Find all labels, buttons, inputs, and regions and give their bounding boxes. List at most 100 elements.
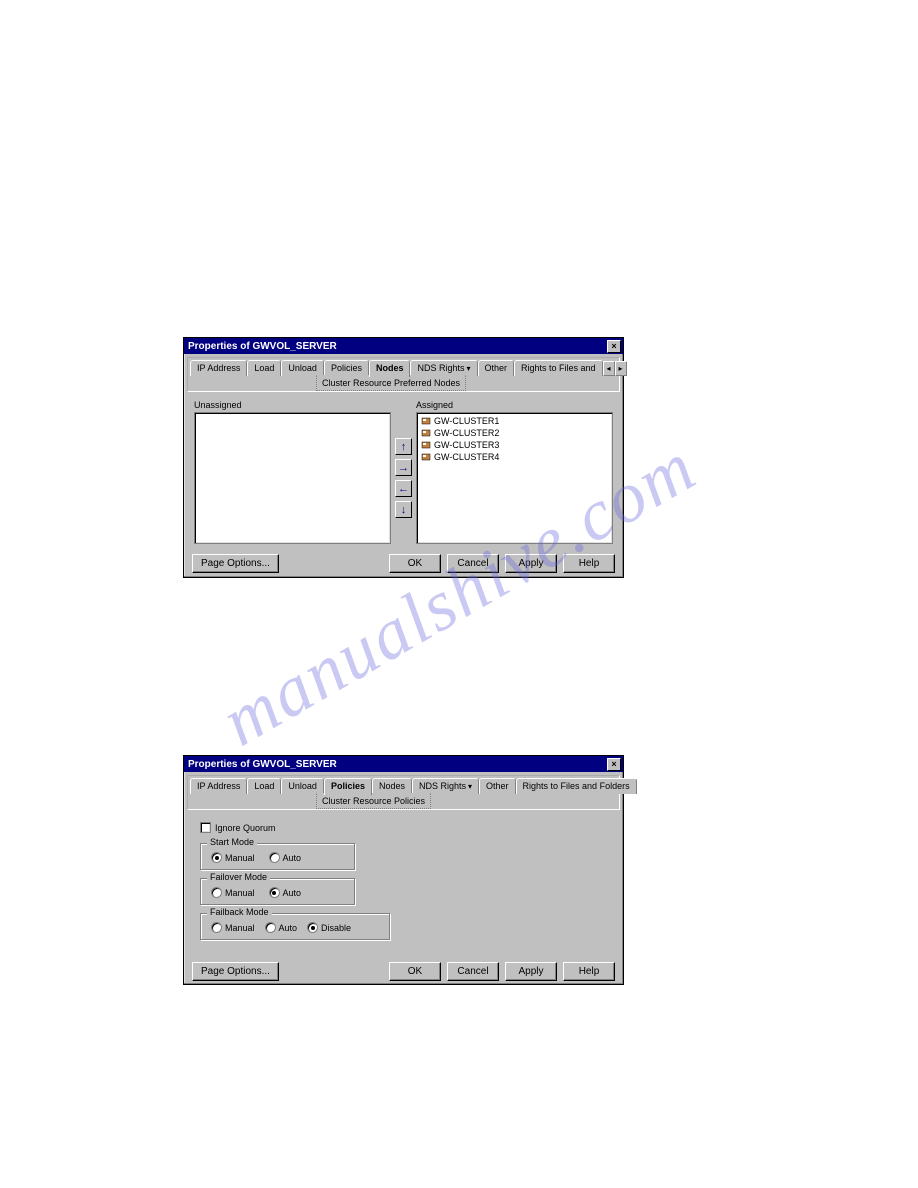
radio-icon [211,852,222,863]
tab-nds-rights[interactable]: NDS Rights▾ [412,778,479,794]
ignore-quorum-checkbox[interactable]: Ignore Quorum [200,822,607,833]
tab-nodes[interactable]: Nodes [372,778,412,794]
tab-nds-rights[interactable]: NDS Rights▾ [410,360,477,376]
assigned-label: Assigned [416,400,613,410]
properties-dialog-nodes: Properties of GWVOL_SERVER × IP Address … [183,337,624,578]
window-title: Properties of GWVOL_SERVER [188,341,337,352]
radio-icon [211,887,222,898]
move-down-button[interactable]: ↓ [395,501,412,518]
fieldset-legend: Failback Mode [207,907,272,917]
tab-rights-files[interactable]: Rights to Files and Folders [516,778,637,794]
unassigned-listbox[interactable] [194,412,391,544]
tab-ip-address[interactable]: IP Address [190,360,247,376]
radio-manual[interactable]: Manual [211,887,255,898]
ok-button[interactable]: OK [389,554,441,573]
server-icon [421,416,431,426]
fieldset-legend: Failover Mode [207,872,270,882]
tab-label: NDS Rights [417,363,464,373]
list-section: Unassigned ↑ → ← ↓ Assigned GW-CLUSTER1 [194,400,613,544]
checkbox-icon [200,822,211,833]
tab-unload[interactable]: Unload [281,778,324,794]
page-options-button[interactable]: Page Options... [192,962,279,981]
tab-unload[interactable]: Unload [281,360,324,376]
titlebar: Properties of GWVOL_SERVER × [184,338,623,354]
server-icon [421,428,431,438]
item-label: GW-CLUSTER1 [434,416,499,426]
radio-disable[interactable]: Disable [307,922,351,933]
start-mode-fieldset: Start Mode Manual Auto [200,843,355,870]
content-area: Unassigned ↑ → ← ↓ Assigned GW-CLUSTER1 [184,394,623,550]
fieldset-legend: Start Mode [207,837,257,847]
unassigned-label: Unassigned [194,400,391,410]
tab-policies[interactable]: Policies [324,360,369,376]
subtab-row: Cluster Resource Preferred Nodes [316,375,617,391]
window-title: Properties of GWVOL_SERVER [188,759,337,770]
properties-dialog-policies: Properties of GWVOL_SERVER × IP Address … [183,755,624,985]
tab-policies[interactable]: Policies [324,778,372,795]
move-right-button[interactable]: → [395,459,412,476]
move-left-button[interactable]: ← [395,480,412,497]
close-icon: × [611,341,616,351]
tab-load[interactable]: Load [247,778,281,794]
radio-auto[interactable]: Auto [269,852,302,863]
server-icon [421,452,431,462]
titlebar: Properties of GWVOL_SERVER × [184,756,623,772]
assigned-column: Assigned GW-CLUSTER1 GW-CLUSTER2 GW-CLUS… [416,400,613,544]
tab-load[interactable]: Load [247,360,281,376]
cancel-button[interactable]: Cancel [447,962,499,981]
subtab-preferred-nodes[interactable]: Cluster Resource Preferred Nodes [316,375,466,391]
tab-scroll-left[interactable]: ◂ [603,361,615,376]
tab-other[interactable]: Other [478,360,515,376]
list-item[interactable]: GW-CLUSTER3 [419,439,610,451]
radio-label: Auto [279,923,298,933]
arrow-column: ↑ → ← ↓ [395,438,412,518]
tab-row: IP Address Load Unload Policies Nodes ND… [190,778,617,794]
dropdown-icon: ▾ [466,364,470,373]
list-item[interactable]: GW-CLUSTER2 [419,427,610,439]
arrow-down-icon: ↓ [401,504,407,516]
arrow-right-icon: → [398,462,409,474]
apply-button[interactable]: Apply [505,554,557,573]
tab-scroll-right[interactable]: ▸ [615,361,627,376]
radio-auto[interactable]: Auto [265,922,298,933]
radio-label: Manual [225,853,255,863]
radio-label: Auto [283,888,302,898]
list-item[interactable]: GW-CLUSTER1 [419,415,610,427]
page-options-button[interactable]: Page Options... [192,554,279,573]
radio-auto[interactable]: Auto [269,887,302,898]
radio-dot-icon [311,926,315,930]
tab-nodes[interactable]: Nodes [369,360,411,377]
ok-button[interactable]: OK [389,962,441,981]
radio-group: Manual Auto [211,852,344,863]
radio-label: Auto [283,853,302,863]
radio-dot-icon [215,856,219,860]
tab-other[interactable]: Other [479,778,516,794]
apply-button[interactable]: Apply [505,962,557,981]
radio-manual[interactable]: Manual [211,852,255,863]
radio-group: Manual Auto Disable [211,922,379,933]
radio-group: Manual Auto [211,887,344,898]
subtab-resource-policies[interactable]: Cluster Resource Policies [316,793,431,809]
tab-ip-address[interactable]: IP Address [190,778,247,794]
radio-icon [307,922,318,933]
tab-label: NDS Rights [419,781,466,791]
help-button[interactable]: Help [563,554,615,573]
close-button[interactable]: × [607,340,621,353]
button-row: Page Options... OK Cancel Apply Help [184,958,623,987]
radio-dot-icon [272,891,276,895]
radio-manual[interactable]: Manual [211,922,255,933]
radio-label: Manual [225,888,255,898]
tabs-container: IP Address Load Unload Policies Nodes ND… [187,357,620,392]
close-button[interactable]: × [607,758,621,771]
tab-row: IP Address Load Unload Policies Nodes ND… [190,360,617,376]
move-up-button[interactable]: ↑ [395,438,412,455]
help-button[interactable]: Help [563,962,615,981]
form-area: Ignore Quorum Start Mode Manual Auto Fai… [184,812,623,958]
tab-rights-files[interactable]: Rights to Files and [514,360,603,376]
failover-mode-fieldset: Failover Mode Manual Auto [200,878,355,905]
radio-icon [265,922,276,933]
tabs-container: IP Address Load Unload Policies Nodes ND… [187,775,620,810]
list-item[interactable]: GW-CLUSTER4 [419,451,610,463]
assigned-listbox[interactable]: GW-CLUSTER1 GW-CLUSTER2 GW-CLUSTER3 GW-C… [416,412,613,544]
cancel-button[interactable]: Cancel [447,554,499,573]
